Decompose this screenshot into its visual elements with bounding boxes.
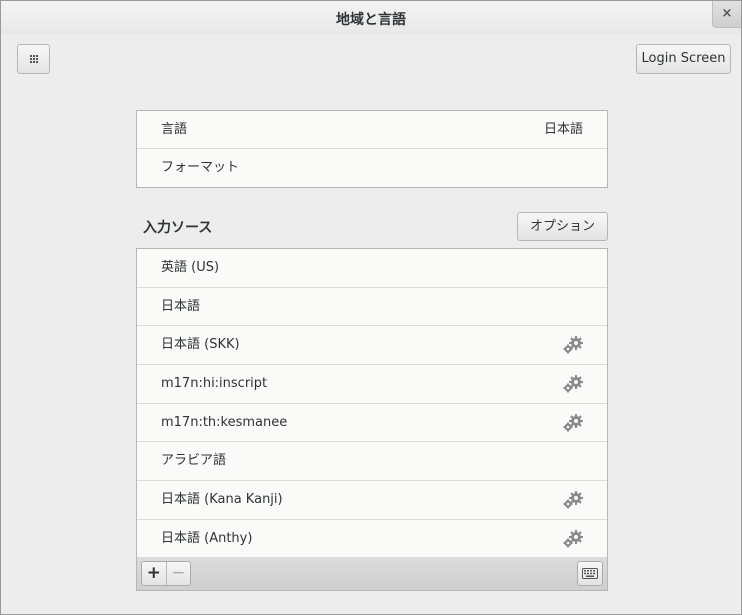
list-item[interactable]: 日本語 (SKK) <box>137 326 607 366</box>
input-source-label: m17n:th:kesmanee <box>161 414 288 430</box>
list-item[interactable]: アラビア語 <box>137 442 607 482</box>
close-icon: × <box>721 6 733 21</box>
show-keyboard-layout-button[interactable] <box>577 561 603 586</box>
input-source-label: アラビア語 <box>161 453 227 469</box>
input-source-label: 日本語 (Kana Kanji) <box>161 492 283 508</box>
format-row[interactable]: フォーマット <box>137 149 607 187</box>
input-source-label: 日本語 (Anthy) <box>161 530 253 546</box>
add-input-source-button[interactable]: + <box>142 562 167 585</box>
app-grid-button[interactable] <box>17 44 50 74</box>
language-panel: 言語 日本語 フォーマット <box>136 110 608 188</box>
remove-input-source-button[interactable]: − <box>167 562 191 585</box>
language-value: 日本語 <box>543 122 583 137</box>
gear-icon[interactable] <box>562 413 584 433</box>
input-sources-title: 入力ソース <box>143 220 213 236</box>
gear-icon[interactable] <box>562 335 584 355</box>
input-source-label: 日本語 (SKK) <box>161 337 240 353</box>
format-label: フォーマット <box>161 160 240 175</box>
list-item[interactable]: m17n:hi:inscript <box>137 365 607 404</box>
input-source-label: m17n:hi:inscript <box>161 376 268 392</box>
list-item[interactable]: m17n:th:kesmanee <box>137 404 607 443</box>
close-button[interactable]: × <box>712 1 741 28</box>
gear-icon[interactable] <box>562 490 584 510</box>
list-item[interactable]: 日本語 (Anthy) <box>137 520 607 559</box>
language-row[interactable]: 言語 日本語 <box>137 111 607 149</box>
list-item[interactable]: 日本語 (Kana Kanji) <box>137 481 607 520</box>
grid-icon <box>30 55 39 64</box>
title-bar: 地域と言語 × <box>1 1 741 34</box>
list-item[interactable]: 英語 (US) <box>137 249 607 288</box>
settings-window: 地域と言語 × Login Screen 言語 日本語 フォーマット 入力ソース… <box>0 0 742 615</box>
input-sources-list: 英語 (US) 日本語 日本語 (SKK) m17n:hi:inscript m… <box>136 248 608 558</box>
login-screen-button[interactable]: Login Screen <box>636 44 731 74</box>
input-sources-toolbar: + − <box>136 557 608 591</box>
keyboard-icon <box>582 568 598 579</box>
input-source-label: 英語 (US) <box>161 260 220 275</box>
options-button[interactable]: オプション <box>517 212 608 241</box>
gear-icon[interactable] <box>562 374 584 394</box>
list-item[interactable]: 日本語 <box>137 288 607 327</box>
language-label: 言語 <box>161 122 188 137</box>
add-remove-group: + − <box>141 561 191 586</box>
window-title: 地域と言語 <box>336 12 406 28</box>
gear-icon[interactable] <box>562 529 584 549</box>
input-source-label: 日本語 <box>161 298 201 314</box>
